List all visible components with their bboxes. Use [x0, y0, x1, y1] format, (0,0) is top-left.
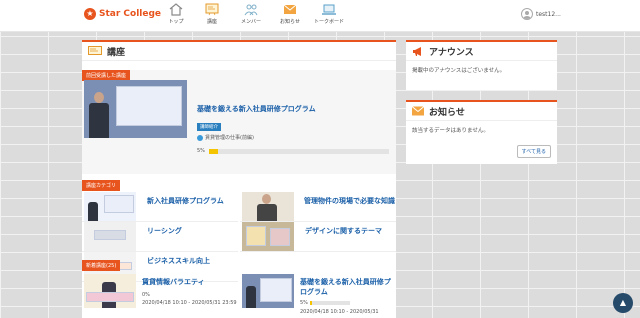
- new-course-title: 基礎を鍛える新入社員研修プログラム: [300, 278, 391, 296]
- megaphone-icon: [413, 46, 421, 56]
- view-all-button[interactable]: すべて見る: [516, 145, 551, 158]
- user-menu[interactable]: test12...: [521, 8, 561, 20]
- nav-label-members: メンバー: [240, 19, 261, 25]
- nav-label-top: トップ: [168, 19, 184, 25]
- category-thumbnail: [242, 222, 294, 251]
- category-item[interactable]: 管理物件の現場で必要な知識: [240, 192, 396, 222]
- new-course-progress-text: 0%: [142, 292, 150, 298]
- recent-course-subtag: 講師紹介: [197, 123, 221, 131]
- envelope-icon: [283, 4, 297, 14]
- category-label: 管理物件の現場で必要な知識: [304, 197, 395, 205]
- category-label: デザインに関するテーマ: [305, 227, 382, 235]
- main-nav: トップ 講座 メンバー お知らせ トークボード: [158, 0, 350, 32]
- category-item[interactable]: 新入社員研修プログラム: [82, 192, 238, 222]
- category-thumbnail: [242, 192, 294, 221]
- user-avatar-icon: [521, 8, 533, 20]
- recent-course-lesson-label: 賃貸管理の仕事(前編): [205, 135, 254, 141]
- recent-course-title[interactable]: 基礎を鍛える新入社員研修プログラム: [197, 104, 316, 114]
- nav-item-courses[interactable]: 講座: [194, 0, 230, 32]
- nav-label-news: お知らせ: [280, 19, 300, 25]
- course-board-icon: [205, 3, 219, 16]
- category-item[interactable]: リーシング: [82, 222, 238, 252]
- category-item[interactable]: デザインに関するテーマ: [240, 222, 396, 252]
- news-panel-header: お知らせ: [406, 102, 557, 121]
- site-logo[interactable]: ★ Star College: [84, 6, 161, 22]
- new-course-progress: 5%: [300, 300, 350, 306]
- category-label: リーシング: [147, 227, 182, 235]
- progress-bar: [309, 301, 350, 305]
- nav-item-members[interactable]: メンバー: [230, 0, 272, 32]
- category-tag: 講座カテゴリ: [82, 180, 121, 191]
- course-board-icon: [88, 45, 102, 55]
- courses-panel: 講座 前回受講した講座 基礎を鍛える新入社員研修プログラム 講師紹介 賃貸管理の…: [82, 40, 396, 318]
- category-label: ビジネススキル向上: [147, 257, 210, 265]
- new-course-period: 2020/04/18 10:10 - 2020/05/31: [300, 309, 379, 315]
- nav-label-talkboard: トークボード: [313, 19, 344, 25]
- site-header: ★ Star College トップ 講座 メンバー お知らせ トークボード t…: [0, 0, 640, 32]
- announce-panel-body: 掲載中のアナウンスはございません。: [412, 68, 506, 74]
- new-courses-tag-wrap: 新着講座(25): [82, 260, 121, 271]
- logo-text: Star College: [99, 9, 162, 19]
- lesson-icon: [197, 134, 203, 141]
- category-thumbnail: [84, 192, 136, 221]
- news-panel: お知らせ 該当するデータはありません。 すべて見る: [406, 100, 557, 164]
- new-course-card[interactable]: 基礎を鍛える新入社員研修プログラム 5% 2020/04/18 10:10 - …: [240, 274, 396, 318]
- recent-course-thumbnail[interactable]: [84, 80, 187, 138]
- envelope-icon: [412, 106, 424, 116]
- scroll-top-button[interactable]: ▲: [613, 293, 633, 313]
- announce-panel-title: アナウンス: [429, 47, 474, 58]
- home-icon: [169, 3, 183, 16]
- progress-bar: [208, 148, 389, 154]
- chevron-up-icon: ▲: [619, 298, 627, 307]
- nav-item-talkboard[interactable]: トークボード: [308, 0, 350, 32]
- announce-panel-header: アナウンス: [406, 42, 557, 61]
- news-panel-body: 該当するデータはありません。: [412, 128, 489, 134]
- members-icon: [244, 4, 258, 16]
- courses-panel-title: 講座: [107, 47, 126, 58]
- news-panel-title: お知らせ: [429, 107, 465, 118]
- new-courses-tag: 新着講座(25): [82, 260, 121, 271]
- courses-panel-header: 講座: [82, 42, 396, 61]
- progress-bar-fill: [309, 301, 312, 305]
- laptop-icon: [322, 4, 336, 15]
- announce-panel: アナウンス 掲載中のアナウンスはございません。: [406, 40, 557, 90]
- new-course-thumbnail: [84, 274, 136, 308]
- nav-item-top[interactable]: トップ: [158, 0, 194, 32]
- new-course-thumbnail: [242, 274, 294, 308]
- recent-course-card[interactable]: 前回受講した講座 基礎を鍛える新入社員研修プログラム 講師紹介 賃貸管理の仕事(…: [82, 70, 396, 174]
- nav-item-news[interactable]: お知らせ: [272, 0, 308, 32]
- user-name: test12...: [536, 10, 561, 18]
- new-course-title: 賃貸情報バラエティ: [142, 278, 205, 286]
- category-thumbnail: [84, 222, 136, 251]
- recent-course-progress-text: 5%: [197, 148, 205, 154]
- recent-course-progress: 5%: [197, 148, 389, 154]
- new-course-progress-text: 5%: [300, 300, 308, 306]
- recent-course-lesson[interactable]: 賃貸管理の仕事(前編): [197, 134, 254, 141]
- new-course-period: 2020/04/18 10:10 - 2020/05/31 23:59: [142, 300, 237, 306]
- star-logo-icon: ★: [84, 8, 96, 20]
- nav-label-courses: 講座: [206, 19, 217, 25]
- new-course-card[interactable]: 賃貸情報バラエティ 0% 2020/04/18 10:10 - 2020/05/…: [82, 274, 238, 318]
- progress-bar-fill: [208, 148, 218, 154]
- category-label: 新入社員研修プログラム: [147, 197, 224, 205]
